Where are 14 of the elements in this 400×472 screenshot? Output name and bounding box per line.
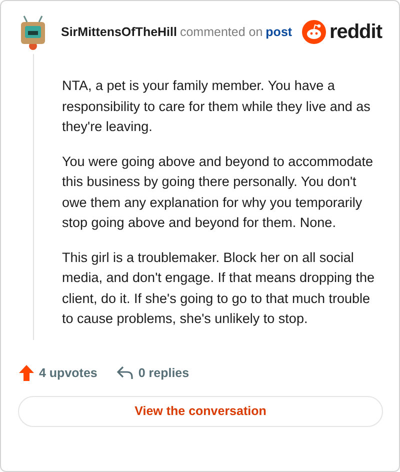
reddit-logo-icon — [302, 20, 326, 44]
reddit-wordmark: reddit — [329, 22, 382, 42]
comment-paragraph: This girl is a troublemaker. Block her on all social media, and don't engage. If that means dropping the client, do it. If she's going to go to that much trouble to cause problems, she's unlikely to stop. — [62, 248, 376, 328]
comment-action: commented on — [180, 24, 263, 41]
upvote-icon[interactable] — [19, 364, 34, 381]
post-link[interactable]: post — [266, 22, 292, 42]
upvote-count: 4 upvotes — [39, 364, 98, 382]
comment-paragraph: You were going above and beyond to accommodate this business by going there personally. You don't owe them any explanation for why you temporarily stop going above and beyond for them. None. — [62, 152, 374, 232]
reply-icon[interactable] — [117, 366, 134, 380]
username[interactable]: SirMittensOfTheHill — [61, 22, 177, 42]
comment-paragraph: NTA, a pet is your family member. You have a responsibility to care for them while they live and as they're leaving. — [62, 77, 372, 136]
view-conversation-button[interactable]: View the conversation — [18, 396, 383, 428]
reply-count: 0 replies — [138, 364, 190, 382]
avatar-icon — [18, 14, 48, 50]
